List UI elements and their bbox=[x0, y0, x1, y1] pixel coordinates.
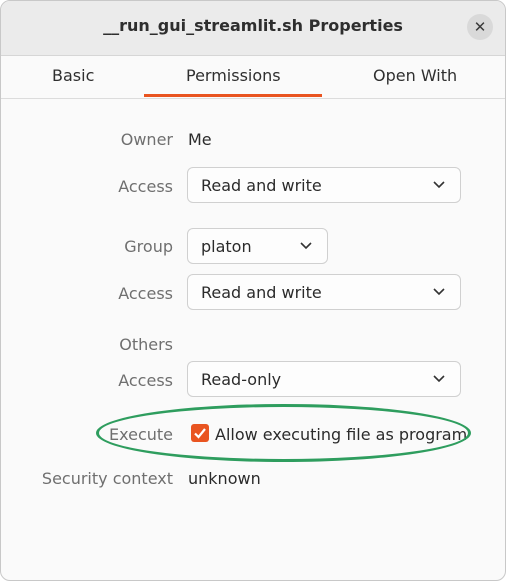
owner-access-value: Read and write bbox=[201, 176, 322, 195]
others-access-label: Access bbox=[118, 371, 173, 390]
owner-value: Me bbox=[188, 130, 212, 149]
security-context-value: unknown bbox=[188, 469, 261, 488]
tab-permissions[interactable]: Permissions bbox=[186, 66, 281, 85]
highlight-ellipse-annotation bbox=[96, 404, 471, 462]
owner-label: Owner bbox=[120, 130, 173, 149]
others-access-value: Read-only bbox=[201, 370, 282, 389]
chevron-down-icon bbox=[433, 181, 445, 189]
properties-dialog: __run_gui_streamlit.sh Properties ✕ Basi… bbox=[0, 0, 506, 581]
close-icon: ✕ bbox=[473, 18, 487, 36]
group-access-value: Read and write bbox=[201, 283, 322, 302]
others-access-dropdown[interactable]: Read-only bbox=[187, 361, 461, 397]
window-title: __run_gui_streamlit.sh Properties bbox=[103, 16, 403, 35]
close-button[interactable]: ✕ bbox=[467, 14, 493, 40]
tab-bar: Basic Permissions Open With bbox=[1, 56, 505, 99]
chevron-down-icon bbox=[300, 242, 312, 250]
owner-access-dropdown[interactable]: Read and write bbox=[187, 167, 461, 203]
active-tab-indicator bbox=[144, 94, 322, 97]
group-dropdown[interactable]: platon bbox=[187, 228, 328, 264]
group-label: Group bbox=[124, 237, 173, 256]
chevron-down-icon bbox=[433, 375, 445, 383]
owner-access-label: Access bbox=[118, 177, 173, 196]
tab-open-with[interactable]: Open With bbox=[373, 66, 457, 85]
others-label: Others bbox=[119, 335, 173, 354]
group-value: platon bbox=[201, 237, 252, 256]
group-access-dropdown[interactable]: Read and write bbox=[187, 274, 461, 310]
title-bar: __run_gui_streamlit.sh Properties ✕ bbox=[1, 1, 505, 56]
chevron-down-icon bbox=[433, 288, 445, 296]
security-context-label: Security context bbox=[41, 469, 173, 488]
tab-basic[interactable]: Basic bbox=[52, 66, 94, 85]
group-access-label: Access bbox=[118, 284, 173, 303]
